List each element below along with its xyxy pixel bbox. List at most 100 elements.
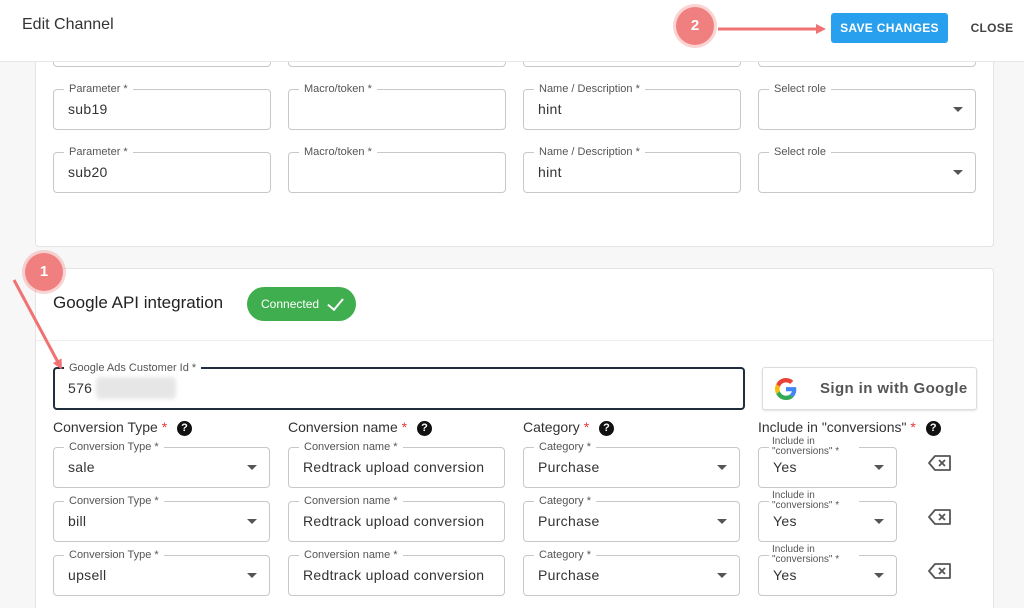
include-in-conversions-select[interactable]: Include in "conversions" * Yes xyxy=(758,437,897,488)
select-role-label: Select role xyxy=(769,145,831,159)
page-title: Edit Channel xyxy=(22,16,114,33)
help-icon[interactable]: ? xyxy=(177,421,193,436)
conversion-type-select[interactable]: Conversion Type * bill xyxy=(53,494,270,542)
header-label: Include in "conversions" xyxy=(758,419,907,435)
conversion-name-value: Redtrack upload conversion xyxy=(303,459,485,475)
chevron-down-icon xyxy=(717,465,727,470)
help-icon[interactable]: ? xyxy=(416,421,432,436)
backspace-delete-icon[interactable] xyxy=(928,563,952,579)
check-icon xyxy=(327,293,344,312)
status-label: Connected xyxy=(261,297,320,311)
conversion-name-label: Conversion name * xyxy=(299,494,403,508)
macro-token-field[interactable] xyxy=(288,62,506,67)
required-mark: * xyxy=(910,419,916,435)
close-button[interactable]: CLOSE xyxy=(966,13,1018,43)
include-label: Include in "conversions" * xyxy=(769,437,859,457)
category-select[interactable]: Category * Purchase xyxy=(523,440,740,488)
include-in-conversions-select[interactable]: Include in "conversions" * Yes xyxy=(758,545,897,596)
header-bar: Edit Channel SAVE CHANGES CLOSE xyxy=(0,0,1024,62)
conversion-type-value: bill xyxy=(68,513,87,529)
backspace-delete-icon[interactable] xyxy=(928,509,952,525)
category-select[interactable]: Category * Purchase xyxy=(523,548,740,596)
parameter-field[interactable]: Parameter * sub20 xyxy=(53,145,271,193)
include-value: Yes xyxy=(773,567,797,583)
select-role-label: Select role xyxy=(769,82,831,96)
required-mark: * xyxy=(401,419,408,435)
chevron-down-icon xyxy=(953,170,963,175)
include-in-conversions-select[interactable]: Include in "conversions" * Yes xyxy=(758,491,897,542)
name-description-value: hint xyxy=(538,101,562,117)
connected-status-badge: Connected xyxy=(247,287,356,321)
category-label: Category * xyxy=(534,548,596,562)
conversion-type-label: Conversion Type * xyxy=(64,548,164,562)
required-mark: * xyxy=(161,419,168,435)
required-mark: * xyxy=(583,419,590,435)
customer-id-value: 576 xyxy=(68,380,93,396)
category-select[interactable]: Category * Purchase xyxy=(523,494,740,542)
parameters-card: sub18 hint Parameter * sub19 Macro/token… xyxy=(35,62,994,247)
sign-in-with-google-button[interactable]: Sign in with Google xyxy=(762,367,977,410)
name-description-field[interactable]: Name / Description * hint xyxy=(523,82,741,130)
save-changes-button[interactable]: SAVE CHANGES xyxy=(831,13,948,43)
macro-token-label: Macro/token * xyxy=(299,82,377,96)
chevron-down-icon xyxy=(247,573,257,578)
category-header: Category * ? xyxy=(523,419,615,436)
conversion-name-field[interactable]: Conversion name * Redtrack upload conver… xyxy=(288,548,505,596)
chevron-down-icon xyxy=(874,465,884,470)
select-role-dropdown[interactable] xyxy=(758,62,976,67)
macro-token-field[interactable]: Macro/token * xyxy=(288,82,506,130)
chevron-down-icon xyxy=(247,519,257,524)
include-label: Include in "conversions" * xyxy=(769,491,859,511)
name-description-field[interactable]: hint xyxy=(523,62,741,67)
select-role-dropdown[interactable]: Select role xyxy=(758,82,976,130)
parameter-field[interactable]: sub18 xyxy=(53,62,271,67)
chevron-down-icon xyxy=(953,107,963,112)
name-description-label: Name / Description * xyxy=(534,82,645,96)
conversion-type-value: sale xyxy=(68,459,95,475)
header-label: Conversion Type xyxy=(53,419,158,435)
include-label: Include in "conversions" * xyxy=(769,545,859,565)
name-description-value: hint xyxy=(538,164,562,180)
include-value: Yes xyxy=(773,513,797,529)
parameter-label: Parameter * xyxy=(64,145,133,159)
include-in-conversions-header: Include in "conversions" * ? xyxy=(758,419,941,436)
conversion-type-value: upsell xyxy=(68,567,107,583)
conversion-name-field[interactable]: Conversion name * Redtrack upload conver… xyxy=(288,440,505,488)
step-marker-2: 2 xyxy=(676,7,714,45)
conversion-type-label: Conversion Type * xyxy=(64,440,164,454)
name-description-label: Name / Description * xyxy=(534,145,645,159)
select-role-dropdown[interactable]: Select role xyxy=(758,145,976,193)
google-logo-icon xyxy=(775,378,797,400)
parameter-value: sub20 xyxy=(68,164,108,180)
conversion-type-select[interactable]: Conversion Type * upsell xyxy=(53,548,270,596)
parameter-label: Parameter * xyxy=(64,82,133,96)
conversion-name-header: Conversion name * ? xyxy=(288,419,432,436)
help-icon[interactable]: ? xyxy=(599,421,615,436)
macro-token-field[interactable]: Macro/token * xyxy=(288,145,506,193)
conversion-type-header: Conversion Type * ? xyxy=(53,419,193,436)
section-title: Google API integration xyxy=(53,293,224,312)
backspace-delete-icon[interactable] xyxy=(928,455,952,471)
name-description-field[interactable]: Name / Description * hint xyxy=(523,145,741,193)
conversion-type-label: Conversion Type * xyxy=(64,494,164,508)
redacted-customer-id xyxy=(96,377,176,399)
include-value: Yes xyxy=(773,459,797,475)
help-icon[interactable]: ? xyxy=(925,421,941,436)
category-label: Category * xyxy=(534,494,596,508)
conversion-name-field[interactable]: Conversion name * Redtrack upload conver… xyxy=(288,494,505,542)
chevron-down-icon xyxy=(717,573,727,578)
header-label: Conversion name xyxy=(288,419,398,435)
chevron-down-icon xyxy=(874,573,884,578)
category-value: Purchase xyxy=(538,459,600,475)
category-value: Purchase xyxy=(538,513,600,529)
chevron-down-icon xyxy=(874,519,884,524)
conversion-type-select[interactable]: Conversion Type * sale xyxy=(53,440,270,488)
conversion-name-label: Conversion name * xyxy=(299,440,403,454)
step-marker-1: 1 xyxy=(25,253,63,291)
google-api-card-header: Google API integration Connected xyxy=(36,269,993,341)
macro-token-label: Macro/token * xyxy=(299,145,377,159)
parameter-field[interactable]: Parameter * sub19 xyxy=(53,82,271,130)
customer-id-label: Google Ads Customer Id * xyxy=(64,361,202,375)
conversion-name-value: Redtrack upload conversion xyxy=(303,513,485,529)
header-label: Category xyxy=(523,419,580,435)
